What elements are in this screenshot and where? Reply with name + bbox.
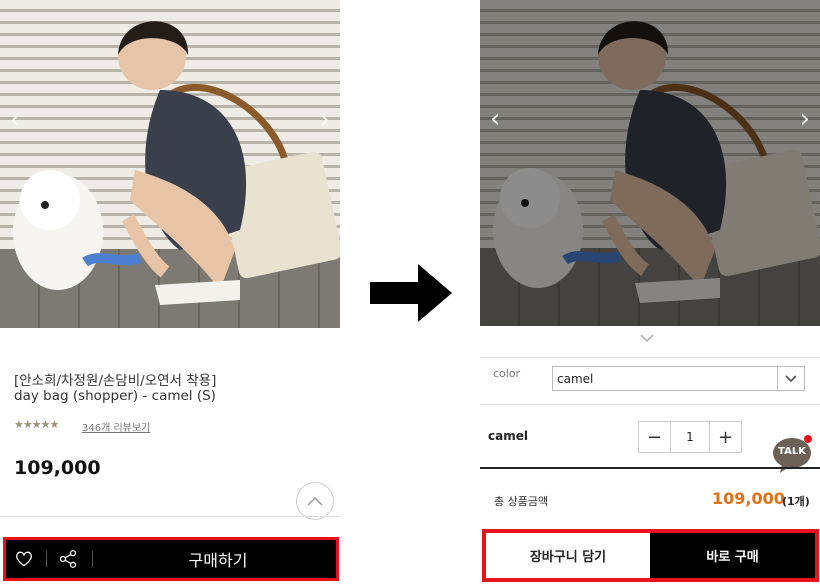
total-label: 총 상품금액 [494,495,549,508]
next-image-arrow[interactable]: › [800,104,810,134]
chevron-down-icon [785,374,797,382]
divider [480,357,820,358]
color-label: color [493,367,521,380]
product-title-line2: day bag (shopper) - camel (S) [14,388,216,404]
quantity-minus-button[interactable]: − [639,422,670,452]
rating-stars: ★★★★★ [14,418,59,431]
quantity-value[interactable]: 1 [670,422,710,452]
total-quantity: (1개) [782,495,810,508]
review-link[interactable]: 346개 리뷰보기 [82,419,150,434]
select-toggle[interactable] [777,367,804,390]
product-price: 109,000 [14,457,101,479]
scroll-top-button[interactable] [296,482,334,520]
color-select[interactable]: camel [552,366,805,391]
divider [480,467,820,469]
next-image-arrow[interactable]: › [320,105,330,135]
buy-now-button[interactable]: 바로 구매 [650,533,815,578]
arrow-right-icon [370,264,452,322]
prev-image-arrow[interactable]: ‹ [490,104,500,134]
buy-button[interactable]: 구매하기 [100,540,336,578]
divider [46,551,47,567]
product-title-line1: [안소희/차정원/손담비/오연서 착용] [14,373,217,389]
product-image[interactable]: ‹ › [480,0,820,326]
divider [480,404,820,405]
selected-option-name: camel [488,429,528,443]
quantity-plus-button[interactable]: + [710,422,741,452]
divider [0,516,340,517]
chevron-down-icon[interactable] [640,334,654,343]
chevron-up-icon [307,496,323,506]
bottom-action-bar: 구매하기 [3,537,339,581]
product-page-before: ‹ › [안소희/차정원/손담비/오연서 착용] day bag (shoppe… [0,0,340,584]
prev-image-arrow[interactable]: ‹ [10,105,20,135]
add-to-cart-button[interactable]: 장바구니 담기 [486,533,650,578]
divider [92,551,93,567]
color-select-value: camel [557,372,594,386]
photo-scene [13,21,340,305]
total-price: 109,000 [712,489,785,508]
product-image[interactable]: ‹ › [0,0,340,328]
bottom-action-bar: 장바구니 담기 바로 구매 [482,529,819,582]
quantity-stepper: − 1 + [638,421,742,453]
product-page-after: ‹ › color camel camel − 1 + TALK 총 상품금액 … [480,0,820,584]
share-icon[interactable] [58,549,78,573]
heart-icon[interactable] [14,549,34,573]
talk-label: TALK [778,446,806,457]
overlay-dim [480,0,820,326]
